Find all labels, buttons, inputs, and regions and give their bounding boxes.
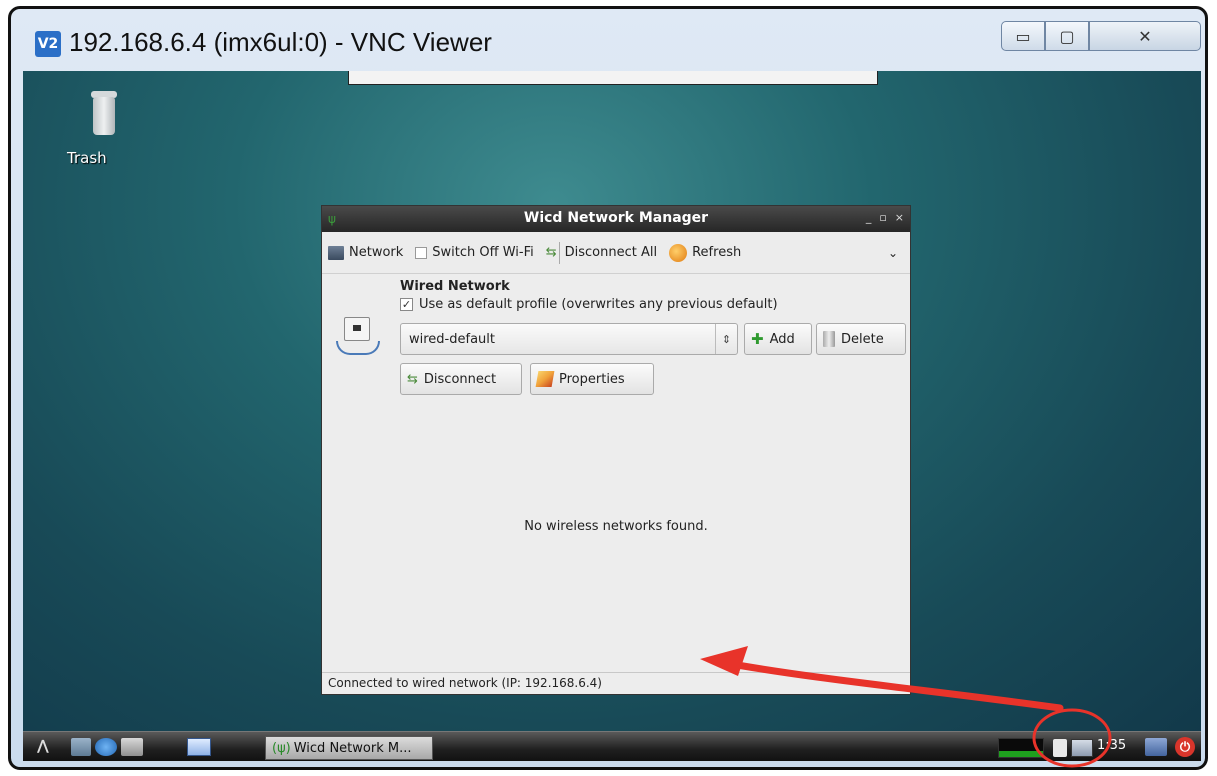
connection-status: Connected to wired network (IP: 192.168.… (322, 672, 910, 694)
network-tray-icon[interactable] (1071, 739, 1093, 757)
plug-icon: ⇆ (545, 245, 557, 260)
properties-label: Properties (559, 371, 625, 387)
no-wireless-message: No wireless networks found. (524, 519, 708, 534)
wired-network-icon (334, 315, 382, 359)
toolbar-divider (558, 241, 560, 264)
taskbar: ⋀ (ψ) Wicd Network M... 1:35 ⏻ (23, 731, 1201, 761)
switch-off-wifi-button[interactable]: Switch Off Wi-Fi (409, 241, 539, 264)
checkmark-icon: ✓ (400, 298, 413, 311)
wired-profile-select[interactable]: wired-default ⇕ (400, 323, 738, 355)
network-label: Network (349, 245, 404, 260)
chevron-down-icon[interactable]: ⌄ (882, 242, 910, 264)
wired-network-heading: Wired Network (400, 279, 510, 294)
start-menu-icon[interactable]: ⋀ (37, 738, 67, 756)
profile-value: wired-default (409, 331, 495, 347)
trash-can-icon (823, 331, 835, 347)
properties-button[interactable]: Properties (530, 363, 654, 395)
vnc-titlebar[interactable]: V2 192.168.6.4 (imx6ul:0) - VNC Viewer ▭… (11, 9, 1205, 71)
minimize-button[interactable]: ▭ (1001, 21, 1045, 51)
network-menu-button[interactable]: Network (322, 241, 409, 264)
show-desktop-icon[interactable] (71, 738, 91, 756)
plus-icon: ✚ (751, 330, 764, 348)
refresh-icon (669, 243, 688, 262)
delete-button[interactable]: Delete (816, 323, 906, 355)
vnc-viewer-window: V2 192.168.6.4 (imx6ul:0) - VNC Viewer ▭… (8, 6, 1208, 770)
taskbar-item-wicd[interactable]: (ψ) Wicd Network M... (265, 736, 433, 760)
vnc-logo-icon: V2 (35, 31, 61, 57)
cpu-monitor-icon[interactable] (998, 738, 1044, 758)
close-button[interactable]: ✕ (1089, 21, 1201, 51)
switch-wifi-label: Switch Off Wi-Fi (432, 245, 534, 260)
updown-arrow-icon: ⇕ (715, 324, 737, 354)
network-icon (328, 245, 344, 260)
remote-desktop[interactable]: Trash ψ Wicd Network Manager _ ▫ × Netwo… (23, 71, 1201, 731)
display-icon[interactable] (1145, 738, 1167, 756)
add-button[interactable]: ✚ Add (744, 323, 812, 355)
disconnect-label: Disconnect (423, 371, 497, 387)
refresh-button[interactable]: Refresh (663, 240, 747, 266)
wicd-minimize-button[interactable]: _ (866, 211, 872, 224)
default-profile-checkbox[interactable]: ✓ Use as default profile (overwrites any… (400, 297, 778, 312)
pencil-icon (535, 371, 555, 387)
browser-icon[interactable] (187, 738, 211, 756)
add-label: Add (769, 331, 795, 347)
wicd-window: ψ Wicd Network Manager _ ▫ × Network Swi… (321, 205, 911, 695)
wicd-window-controls: _ ▫ × (866, 211, 904, 224)
wired-cable-shape (336, 341, 380, 355)
wicd-maximize-button[interactable]: ▫ (879, 211, 886, 224)
taskbar-item-label: Wicd Network M... (293, 740, 412, 756)
trash-can (93, 97, 115, 135)
power-icon[interactable]: ⏻ (1175, 737, 1195, 757)
refresh-label: Refresh (692, 245, 742, 260)
window-title: 192.168.6.4 (imx6ul:0) - VNC Viewer (69, 27, 492, 57)
trash-label[interactable]: Trash (67, 149, 107, 167)
disconnect-all-button[interactable]: ⇆ Disconnect All (540, 238, 663, 268)
disconnect-all-label: Disconnect All (564, 245, 658, 260)
wired-computer-shape (344, 317, 370, 341)
plug-icon: ⇆ (407, 371, 418, 387)
wicd-close-button[interactable]: × (895, 211, 904, 224)
clock[interactable]: 1:35 (1097, 738, 1126, 753)
trash-icon[interactable] (83, 91, 123, 141)
wicd-content: Wired Network ✓ Use as default profile (… (322, 275, 910, 694)
delete-label: Delete (841, 331, 884, 347)
wicd-title: Wicd Network Manager (523, 210, 709, 226)
checkbox-icon (415, 246, 428, 259)
battery-icon[interactable] (1053, 739, 1067, 757)
terminal-icon[interactable] (121, 738, 143, 756)
wicd-toolbar: Network Switch Off Wi-Fi ⇆ Disconnect Al… (322, 232, 910, 274)
file-manager-icon[interactable] (95, 738, 117, 756)
disconnect-button[interactable]: ⇆ Disconnect (400, 363, 522, 395)
default-profile-label: Use as default profile (overwrites any p… (419, 297, 778, 312)
maximize-button[interactable]: ▢ (1045, 21, 1089, 51)
wicd-titlebar[interactable]: ψ Wicd Network Manager _ ▫ × (322, 206, 910, 232)
wicd-task-icon: (ψ) (272, 740, 291, 756)
desktop-top-panel (348, 71, 878, 85)
